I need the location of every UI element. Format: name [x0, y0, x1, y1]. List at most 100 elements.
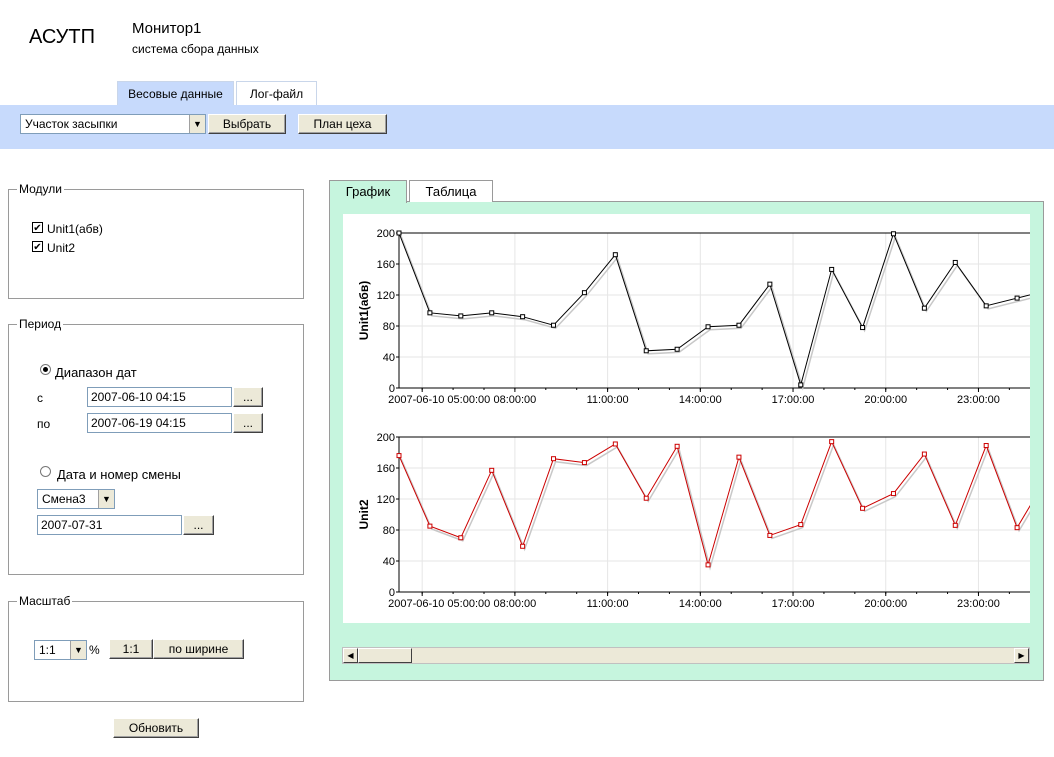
shift-date-input[interactable]: 2007-07-31 — [37, 515, 182, 535]
x-tick-label: 20:00:00 — [864, 598, 907, 610]
chart-horizontal-scrollbar[interactable]: ◀ ▶ — [342, 647, 1030, 664]
data-point — [427, 523, 433, 529]
shift-radio[interactable] — [40, 466, 51, 477]
data-point — [581, 460, 587, 466]
data-point — [952, 259, 958, 265]
y-tick-label: 40 — [383, 352, 395, 364]
data-point — [767, 281, 773, 287]
scale-fit-width-button[interactable]: по ширине — [153, 639, 244, 659]
unit1-label: Unit1(абв) — [47, 222, 103, 236]
x-tick-label: 14:00:00 — [679, 394, 722, 406]
data-point — [860, 325, 866, 331]
x-tick-label: 08:00:00 — [493, 598, 536, 610]
y-tick-label: 200 — [377, 432, 395, 444]
period-group: Период — [8, 317, 304, 575]
modules-legend: Модули — [19, 182, 62, 196]
section-select[interactable]: Участок засыпки ▼ — [20, 114, 206, 134]
data-point — [520, 543, 526, 549]
shift-select-value: Смена3 — [42, 492, 86, 506]
data-point — [643, 348, 649, 354]
x-tick-label: 23:00:00 — [957, 598, 1000, 610]
x-tick-label: 2007-06-10 05:00:00 — [388, 598, 490, 610]
tab-chart[interactable]: График — [329, 180, 407, 203]
unit2-label: Unit2 — [47, 241, 76, 255]
chevron-down-icon[interactable]: ▼ — [189, 115, 205, 133]
data-point — [643, 495, 649, 501]
unit2-checkbox[interactable]: ✔ — [32, 241, 43, 253]
x-tick-label: 14:00:00 — [679, 598, 722, 610]
y-tick-label: 40 — [383, 556, 395, 568]
select-button[interactable]: Выбрать — [208, 114, 286, 134]
series-shadow — [400, 442, 1030, 571]
data-point — [674, 443, 680, 449]
from-date-input[interactable]: 2007-06-10 04:15 — [87, 387, 232, 407]
to-date-picker-button[interactable]: ... — [233, 413, 263, 433]
data-point — [798, 522, 804, 528]
x-tick-label: 2007-06-10 05:00:00 — [388, 394, 490, 406]
tab-weight-data[interactable]: Весовые данные — [117, 81, 234, 106]
data-point — [551, 322, 557, 328]
y-axis-label: Unit2 — [357, 499, 371, 529]
chevron-down-icon[interactable]: ▼ — [98, 490, 114, 508]
data-point — [705, 562, 711, 568]
y-tick-label: 200 — [377, 228, 395, 240]
unit1-checkbox[interactable]: ✔ — [32, 222, 43, 234]
data-point — [736, 322, 742, 328]
y-tick-label: 120 — [377, 494, 395, 506]
series-line — [398, 440, 1030, 567]
data-point — [674, 346, 680, 352]
data-point — [829, 266, 835, 272]
data-point — [952, 522, 958, 528]
x-tick-label: 23:00:00 — [957, 394, 1000, 406]
period-legend: Период — [19, 317, 62, 331]
from-label: с — [37, 391, 43, 405]
chart-area: 0 40 80 120 160 200 2007-06-10 05:00:00 08:00:0… — [343, 214, 1030, 623]
data-point — [890, 231, 896, 237]
scrollbar-thumb[interactable] — [358, 648, 412, 663]
scale-select-value: 1:1 — [39, 643, 56, 657]
date-range-radio[interactable] — [40, 364, 51, 375]
from-date-picker-button[interactable]: ... — [233, 387, 263, 407]
data-point — [829, 439, 835, 445]
data-point — [983, 303, 989, 309]
app-title: Монитор1 — [132, 20, 202, 37]
to-label: по — [37, 417, 51, 431]
scroll-left-icon[interactable]: ◀ — [343, 648, 358, 663]
y-tick-label: 120 — [377, 290, 395, 302]
scale-select[interactable]: 1:1 ▼ — [34, 640, 87, 660]
charts-svg: 040801201602002007-06-10 05:00:00 08:00:0… — [357, 228, 1030, 610]
refresh-button[interactable]: Обновить — [113, 718, 199, 738]
series-line — [398, 232, 1030, 387]
data-point — [921, 451, 927, 457]
y-tick-label: 80 — [383, 525, 395, 537]
plan-button[interactable]: План цеха — [298, 114, 387, 134]
tab-log-file[interactable]: Лог-файл — [236, 81, 317, 106]
data-point — [396, 453, 402, 459]
shift-date-picker-button[interactable]: ... — [183, 515, 214, 535]
data-point — [860, 505, 866, 511]
data-point — [798, 382, 804, 388]
data-point — [983, 443, 989, 449]
app-logo: АСУТП — [29, 26, 95, 48]
to-date-input[interactable]: 2007-06-19 04:15 — [87, 413, 232, 433]
data-point — [427, 310, 433, 316]
data-point — [551, 456, 557, 462]
shift-select[interactable]: Смена3 ▼ — [37, 489, 115, 509]
data-point — [705, 324, 711, 330]
data-point — [1014, 295, 1020, 301]
data-point — [1014, 525, 1020, 531]
tab-table[interactable]: Таблица — [409, 180, 493, 202]
percent-label: % — [89, 643, 100, 657]
data-point — [581, 290, 587, 296]
series-shadow — [400, 234, 1030, 391]
data-point — [767, 532, 773, 538]
app-subtitle: система сбора данных — [132, 42, 259, 56]
scale-one-to-one-button[interactable]: 1:1 — [109, 639, 153, 659]
chevron-down-icon[interactable]: ▼ — [70, 641, 86, 659]
scroll-right-icon[interactable]: ▶ — [1014, 648, 1029, 663]
x-tick-label: 20:00:00 — [864, 394, 907, 406]
data-point — [612, 441, 618, 447]
y-tick-label: 160 — [377, 463, 395, 475]
y-axis-label: Unit1(абв) — [357, 281, 371, 340]
data-point — [890, 491, 896, 497]
